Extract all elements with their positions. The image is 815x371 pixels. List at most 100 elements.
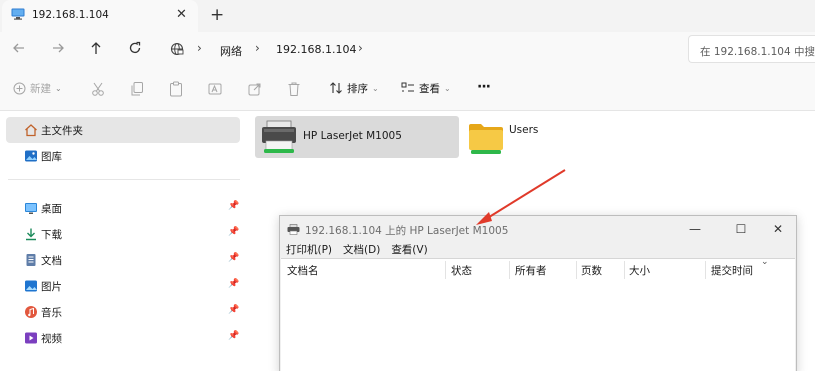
desktop-icon — [25, 203, 37, 214]
share-icon[interactable] — [248, 80, 262, 98]
new-button[interactable]: 新建 ⌄ — [13, 79, 62, 97]
sidebar-item-label: 音乐 — [41, 307, 62, 319]
printer-small-icon — [287, 224, 300, 235]
pin-icon[interactable]: 📌 — [228, 279, 239, 289]
chevron-down-icon: ⌄ — [444, 83, 451, 93]
network-computer-icon — [11, 8, 25, 20]
chevron-down-icon: ⌄ — [372, 83, 379, 93]
item-printer[interactable]: HP LaserJet M1005 — [255, 116, 459, 158]
sidebar-item-desktop[interactable]: 桌面 📌 — [6, 195, 240, 221]
column-header-pages[interactable]: 页数 — [581, 263, 602, 278]
sidebar-item-gallery[interactable]: 图库 — [6, 143, 240, 169]
pictures-icon — [25, 280, 37, 292]
breadcrumb-host[interactable]: 192.168.1.104 — [276, 43, 356, 56]
pin-icon[interactable]: 📌 — [228, 201, 239, 211]
back-arrow-icon[interactable] — [11, 40, 27, 56]
menu-bar: 打印机(P) 文档(D) 查看(V) — [286, 242, 428, 257]
music-icon — [25, 306, 37, 318]
more-options-icon[interactable]: ··· — [477, 78, 491, 96]
sidebar-item-music[interactable]: 音乐 📌 — [6, 299, 240, 325]
refresh-icon[interactable] — [127, 40, 143, 56]
printer-icon — [262, 120, 296, 153]
print-queue-window: 192.168.1.104 上的 HP LaserJet M1005 — ☐ ✕… — [279, 215, 797, 371]
plus-circle-icon — [13, 82, 26, 94]
forward-arrow-icon[interactable] — [50, 40, 66, 56]
search-input[interactable]: 在 192.168.1.104 中搜索 — [688, 35, 815, 63]
menu-printer[interactable]: 打印机(P) — [286, 242, 332, 257]
address-bar: › 网络 › 192.168.1.104 › 在 192.168.1.104 中… — [0, 32, 815, 65]
paste-icon[interactable] — [169, 80, 183, 98]
minimize-icon[interactable]: — — [680, 219, 710, 239]
item-label: Users — [509, 124, 539, 136]
tab-bar: 192.168.1.104 ✕ + — [0, 0, 815, 32]
column-header-owner[interactable]: 所有者 — [515, 263, 547, 278]
tab-close-icon[interactable]: ✕ — [176, 7, 187, 23]
column-divider[interactable] — [509, 261, 510, 279]
sidebar-item-documents[interactable]: 文档 📌 — [6, 247, 240, 273]
column-divider[interactable] — [624, 261, 625, 279]
menu-view[interactable]: 查看(V) — [391, 242, 427, 257]
sidebar-item-label: 桌面 — [41, 203, 62, 215]
video-icon — [25, 332, 37, 344]
column-header-size[interactable]: 大小 — [629, 263, 650, 278]
maximize-icon[interactable]: ☐ — [726, 219, 756, 239]
pin-icon[interactable]: 📌 — [228, 305, 239, 315]
sidebar-item-label: 主文件夹 — [41, 125, 83, 137]
view-button-label: 查看 — [419, 82, 440, 95]
up-arrow-icon[interactable] — [88, 40, 104, 56]
sort-button-label: 排序 — [347, 82, 368, 95]
address-field[interactable]: › 网络 › 192.168.1.104 › — [162, 35, 680, 63]
search-placeholder: 在 192.168.1.104 中搜索 — [700, 46, 815, 58]
sidebar-item-pictures[interactable]: 图片 📌 — [6, 273, 240, 299]
breadcrumb-chevron-icon: › — [197, 41, 202, 55]
item-label: HP LaserJet M1005 — [303, 130, 402, 142]
new-button-label: 新建 — [30, 82, 51, 95]
tab-title: 192.168.1.104 — [32, 9, 109, 21]
sidebar-item-label: 下载 — [41, 229, 62, 241]
sidebar-item-home[interactable]: 主文件夹 — [6, 117, 240, 143]
sidebar-item-label: 视频 — [41, 333, 62, 345]
column-divider[interactable] — [445, 261, 446, 279]
column-header-submitted[interactable]: 提交时间 — [711, 263, 753, 278]
sort-chevron-icon: ⌄ — [761, 257, 769, 267]
pin-icon[interactable]: 📌 — [228, 331, 239, 341]
view-list-icon — [401, 82, 414, 92]
breadcrumb-network[interactable]: 网络 — [220, 43, 242, 59]
download-icon — [26, 228, 36, 241]
navigation-pane: 主文件夹 图库 桌面 📌 下载 📌 文档 📌 图片 📌 音乐 📌 视频 📌 — [0, 111, 246, 371]
column-divider[interactable] — [576, 261, 577, 279]
cut-icon[interactable] — [91, 80, 105, 98]
new-tab-button[interactable]: + — [210, 5, 224, 25]
breadcrumb-chevron-icon: › — [255, 41, 260, 55]
view-button[interactable]: 查看 ⌄ — [401, 79, 451, 97]
command-bar: 新建 ⌄ 排序 ⌄ 查看 ⌄ ··· — [0, 65, 815, 111]
document-icon — [26, 254, 36, 266]
close-icon[interactable]: ✕ — [763, 219, 793, 239]
breadcrumb-chevron-icon[interactable]: › — [358, 41, 363, 55]
sidebar-item-label: 图库 — [41, 151, 62, 163]
rename-icon[interactable] — [208, 80, 222, 98]
sidebar-item-videos[interactable]: 视频 📌 — [6, 325, 240, 351]
copy-icon[interactable] — [130, 80, 144, 98]
gallery-icon — [25, 150, 37, 162]
tab-192-168-1-104[interactable]: 192.168.1.104 ✕ — [2, 0, 198, 32]
sort-arrows-icon — [330, 82, 342, 94]
print-job-list: 文档名 状态 所有者 页数 大小 提交时间 ⌄ — [281, 257, 795, 371]
column-divider[interactable] — [705, 261, 706, 279]
menu-document[interactable]: 文档(D) — [343, 242, 380, 257]
pin-icon[interactable]: 📌 — [228, 227, 239, 237]
sidebar-divider — [8, 179, 240, 180]
sidebar-item-label: 图片 — [41, 281, 62, 293]
column-header-status[interactable]: 状态 — [451, 263, 472, 278]
window-title: 192.168.1.104 上的 HP LaserJet M1005 — [305, 225, 509, 237]
sort-button[interactable]: 排序 ⌄ — [329, 79, 379, 97]
sidebar-item-label: 文档 — [41, 255, 62, 267]
folder-icon — [469, 124, 503, 154]
network-globe-icon — [170, 42, 184, 56]
pin-icon[interactable]: 📌 — [228, 253, 239, 263]
column-header-document-name[interactable]: 文档名 — [287, 263, 319, 278]
sidebar-item-downloads[interactable]: 下载 📌 — [6, 221, 240, 247]
home-icon — [25, 124, 37, 137]
delete-icon[interactable] — [287, 80, 301, 98]
item-users-folder[interactable]: Users — [464, 116, 574, 158]
